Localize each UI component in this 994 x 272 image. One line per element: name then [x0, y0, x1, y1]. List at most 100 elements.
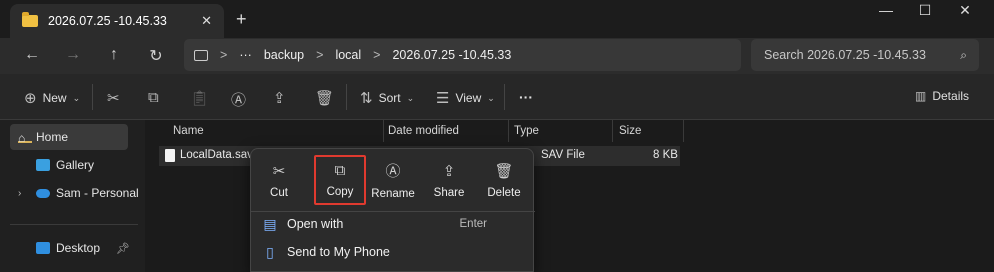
phone-icon: ▯: [266, 243, 274, 260]
breadcrumb-item-backup[interactable]: backup: [264, 48, 304, 62]
rename-icon: Ⓐ: [385, 163, 401, 180]
search-input[interactable]: Search 2026.07.25 -10.45.33: [764, 48, 926, 62]
view-list-icon: ☰: [436, 90, 450, 107]
details-pane-icon: ▥: [915, 89, 927, 103]
column-header-type[interactable]: Type: [514, 120, 539, 142]
share-action-label: Share: [433, 186, 465, 199]
file-name: LocalData.sav: [180, 149, 253, 161]
trash-icon: 🗑︎: [494, 162, 514, 180]
maximize-button[interactable]: ☐: [905, 2, 945, 22]
file-explorer-window: 2026.07.25 -10.45.33 ✕ + — ☐ ✕ ← → ↑ ↻ >…: [0, 0, 994, 272]
cut-icon: ✂: [107, 90, 120, 107]
copy-button[interactable]: ⧉: [148, 89, 159, 106]
rename-button[interactable]: Ⓐ: [231, 89, 246, 110]
file-icon: [165, 149, 175, 162]
title-bar: 2026.07.25 -10.45.33 ✕ + — ☐ ✕: [0, 0, 994, 38]
column-header-name[interactable]: Name: [173, 120, 204, 142]
rename-action[interactable]: Ⓐ Rename: [367, 155, 419, 205]
sidebar-item-gallery[interactable]: Gallery: [36, 152, 94, 178]
breadcrumb-item-current[interactable]: 2026.07.25 -10.45.33: [392, 48, 511, 62]
copy-action[interactable]: ⧉ Copy: [314, 155, 366, 205]
view-button-label: View: [455, 91, 482, 105]
trash-icon: 🗑︎: [315, 90, 335, 107]
minimize-button[interactable]: —: [866, 2, 906, 22]
breadcrumb-more-button[interactable]: ···: [239, 48, 252, 62]
share-action[interactable]: ⇪ Share: [423, 155, 475, 205]
file-type: SAV File: [541, 149, 585, 161]
desktop-icon: [36, 242, 50, 254]
close-window-button[interactable]: ✕: [945, 2, 985, 22]
cut-button[interactable]: ✂: [107, 89, 120, 107]
view-button[interactable]: ☰ View ⌄: [436, 89, 495, 107]
column-header-size[interactable]: Size: [619, 120, 641, 142]
delete-action[interactable]: 🗑︎ Delete: [478, 155, 530, 205]
paste-button[interactable]: 📋︎: [190, 89, 209, 107]
menu-divider: [251, 211, 535, 212]
home-icon: ⌂: [18, 131, 32, 145]
context-menu: ✂ Cut ⧉ Copy Ⓐ Rename ⇪ Share 🗑︎ Delete …: [250, 148, 535, 272]
cut-icon: ✂: [272, 162, 286, 180]
breadcrumb-separator: >: [373, 48, 381, 62]
navigation-bar: ← → ↑ ↻ > ··· backup > local > 2026.07.2…: [0, 38, 994, 74]
toolbar-divider: [504, 84, 505, 110]
open-with-icon: ▤: [263, 215, 277, 232]
search-icon: ⌕: [960, 48, 967, 62]
sidebar-item-home[interactable]: ⌂ Home: [10, 124, 128, 150]
breadcrumb-separator: >: [220, 48, 228, 62]
share-button[interactable]: ⇪: [273, 89, 286, 107]
menu-item-send-to-phone[interactable]: ▯ Send to My Phone: [263, 241, 523, 263]
back-button[interactable]: ←: [22, 46, 42, 64]
sort-button[interactable]: ⇅ Sort ⌄: [360, 89, 414, 107]
delete-action-label: Delete: [487, 186, 521, 199]
column-header-date[interactable]: Date modified: [388, 120, 459, 142]
refresh-button[interactable]: ↻: [146, 46, 166, 66]
column-divider: [383, 120, 384, 142]
details-pane-button[interactable]: ▥ Details: [915, 89, 969, 103]
close-tab-icon[interactable]: ✕: [201, 13, 212, 29]
address-bar[interactable]: > ··· backup > local > 2026.07.25 -10.45…: [184, 39, 741, 71]
menu-item-label: Send to My Phone: [287, 245, 390, 259]
menu-item-shortcut: Enter: [459, 218, 488, 230]
sort-icon: ⇅: [360, 90, 373, 107]
new-button[interactable]: ⊕ New ⌄: [24, 89, 80, 107]
breadcrumb-item-local[interactable]: local: [335, 48, 361, 62]
copy-action-label: Copy: [326, 186, 354, 198]
details-label: Details: [932, 89, 970, 103]
menu-item-open-with[interactable]: ▤ Open with Enter: [263, 213, 523, 235]
navigation-pane: ⌂ Home Gallery › Sam - Personal Desktop …: [0, 120, 145, 272]
share-icon: ⇪: [273, 90, 286, 107]
column-divider: [508, 120, 509, 142]
pin-icon: 📌︎: [116, 243, 130, 255]
new-tab-button[interactable]: +: [236, 10, 247, 28]
delete-button[interactable]: 🗑︎: [315, 89, 334, 107]
sidebar-item-label: Sam - Personal: [56, 186, 139, 200]
new-button-label: New: [42, 91, 67, 105]
see-more-button[interactable]: ···: [519, 89, 533, 105]
sidebar-item-onedrive[interactable]: › Sam - Personal: [18, 180, 139, 206]
cut-action[interactable]: ✂ Cut: [253, 155, 305, 205]
share-icon: ⇪: [442, 162, 456, 180]
cut-action-label: Cut: [270, 186, 288, 199]
column-divider: [683, 120, 684, 142]
chevron-down-icon: ⌄: [72, 92, 81, 103]
copy-icon: ⧉: [334, 162, 346, 179]
sidebar-item-label: Gallery: [56, 158, 95, 172]
tab-current-folder[interactable]: 2026.07.25 -10.45.33 ✕: [10, 4, 224, 38]
up-button[interactable]: ↑: [104, 46, 124, 64]
sort-button-label: Sort: [378, 91, 401, 105]
menu-item-label: Open with: [287, 217, 344, 231]
breadcrumb-separator: >: [316, 48, 324, 62]
tab-title: 2026.07.25 -10.45.33: [48, 14, 167, 28]
cloud-icon: [36, 188, 50, 198]
sidebar-item-label: Home: [36, 130, 69, 144]
computer-icon: [194, 49, 208, 61]
rename-action-label: Rename: [371, 188, 415, 200]
paste-icon: 📋︎: [190, 90, 210, 107]
rename-icon: Ⓐ: [231, 92, 247, 109]
command-bar: ⊕ New ⌄ ✂ ⧉ 📋︎ Ⓐ ⇪ 🗑︎ ⇅ Sort ⌄ ☰ View ⌄ …: [0, 74, 994, 120]
copy-icon: ⧉: [148, 89, 159, 106]
forward-button[interactable]: →: [63, 46, 83, 64]
sidebar-item-label: Desktop: [56, 241, 101, 255]
expand-chevron-icon[interactable]: ›: [18, 188, 30, 199]
search-box[interactable]: Search 2026.07.25 -10.45.33 ⌕: [751, 39, 979, 71]
